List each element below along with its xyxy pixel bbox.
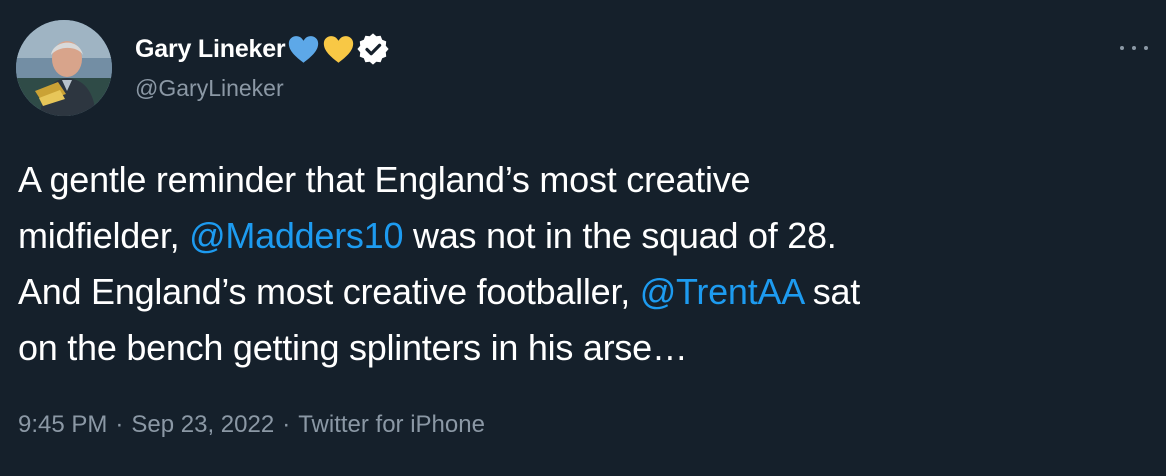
tweet-text-segment: midfielder, [18, 215, 190, 256]
author-name-row[interactable]: Gary Lineker [135, 31, 390, 67]
blue-heart-icon [287, 34, 320, 64]
metadata-separator: · [282, 411, 291, 438]
avatar[interactable] [16, 20, 112, 116]
display-name[interactable]: Gary Lineker [135, 35, 286, 64]
more-options-button[interactable] [1120, 38, 1148, 58]
mention-link-madders10[interactable]: @Madders10 [189, 215, 403, 256]
tweet-text-segment: And England’s most creative footballer, [18, 271, 640, 312]
tweet-time[interactable]: 9:45 PM [18, 411, 107, 438]
tweet-text-line: And England’s most creative footballer, … [18, 264, 1143, 320]
metadata-separator: · [115, 411, 124, 438]
yellow-heart-icon [322, 34, 355, 64]
tweet-text: A gentle reminder that England’s most cr… [18, 152, 1143, 376]
more-dot-icon [1120, 46, 1124, 50]
tweet-card: Gary Lineker @GaryLineker A gentle remin… [0, 0, 1166, 476]
mention-link-trentaa[interactable]: @TrentAA [640, 271, 804, 312]
tweet-text-segment: A gentle reminder that England’s most cr… [18, 159, 751, 200]
avatar-image [16, 20, 112, 116]
tweet-source-link[interactable]: Twitter for iPhone [298, 411, 485, 438]
tweet-text-segment: on the bench getting splinters in his ar… [18, 327, 688, 368]
more-dot-icon [1132, 46, 1136, 50]
tweet-metadata: 9:45 PM · Sep 23, 2022 · Twitter for iPhone [18, 408, 485, 442]
author-handle[interactable]: @GaryLineker [135, 75, 284, 102]
verified-badge-icon [357, 33, 390, 65]
tweet-text-segment: was not in the squad of 28. [403, 215, 837, 256]
tweet-text-line: on the bench getting splinters in his ar… [18, 320, 1143, 376]
more-dot-icon [1144, 46, 1148, 50]
tweet-text-line: A gentle reminder that England’s most cr… [18, 152, 1143, 208]
tweet-text-line: midfielder, @Madders10 was not in the sq… [18, 208, 1143, 264]
tweet-text-segment: sat [803, 271, 861, 312]
tweet-date[interactable]: Sep 23, 2022 [131, 411, 274, 438]
